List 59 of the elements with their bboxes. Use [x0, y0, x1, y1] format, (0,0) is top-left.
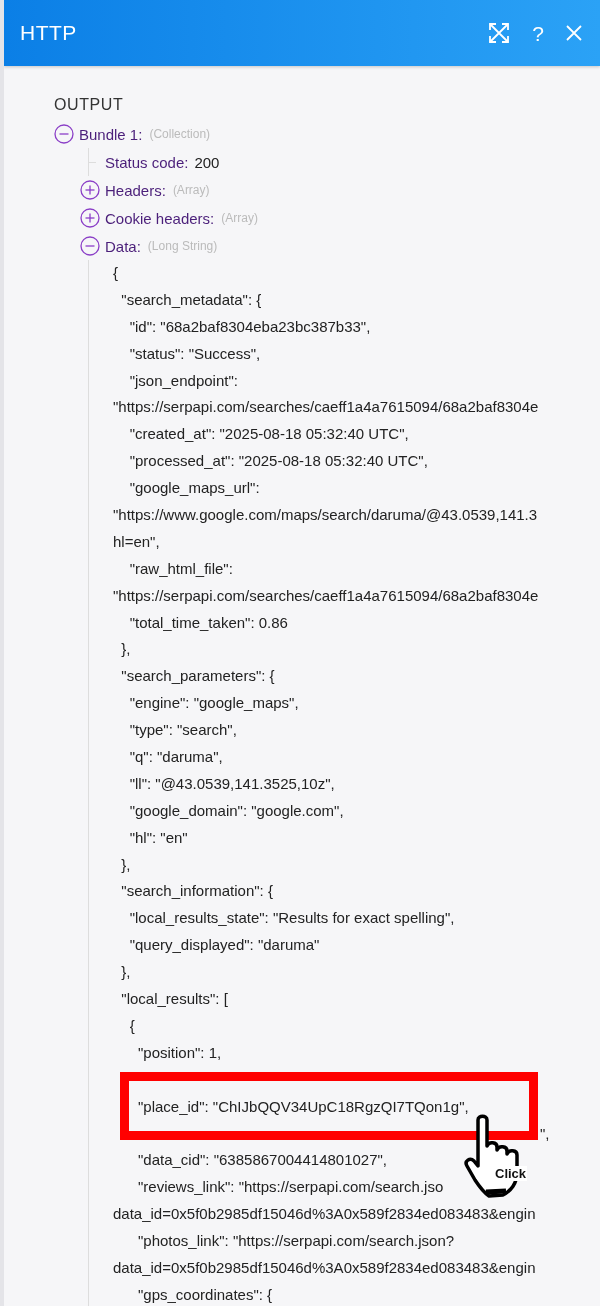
- code-line: },: [120, 639, 131, 660]
- code-line: "data_cid": "6385867004414801027",: [137, 1150, 388, 1171]
- expand-arrows-icon: [488, 22, 511, 44]
- code-line: },: [120, 962, 131, 983]
- close-button[interactable]: [566, 25, 582, 41]
- collapse-icon[interactable]: [80, 236, 100, 256]
- code-line: "google_maps_url":: [128, 478, 260, 499]
- field-label[interactable]: Cookie headers:: [105, 209, 215, 227]
- code-line: "processed_at": "2025-08-18 05:32:40 UTC",: [128, 451, 428, 472]
- code-line: "engine": "google_maps",: [128, 693, 299, 714]
- code-line: "place_id": "ChIJbQQV34UpC18RgzQI7TQon1g",: [137, 1096, 469, 1117]
- section-title: OUTPUT: [54, 96, 125, 114]
- code-line: {: [113, 263, 118, 283]
- code-line: "search_information": {: [120, 881, 273, 902]
- field-label[interactable]: Headers:: [105, 181, 166, 199]
- code-line: "https://www.google.com/maps/search/daruma/@43.0539,141.3: [113, 505, 538, 525]
- code-line: hl=en",: [113, 531, 160, 552]
- code-line: "type": "search",: [128, 720, 237, 741]
- code-line: "local_results": [: [120, 989, 228, 1010]
- code-line: "created_at": "2025-08-18 05:32:40 UTC",: [128, 424, 409, 445]
- code-line: "raw_html_file":: [128, 558, 233, 579]
- code-line: "q": "daruma",: [128, 747, 223, 768]
- code-line: },: [120, 854, 131, 875]
- code-line: "https://serpapi.com/searches/caeff1a4a7615094/68a2baf8304e: [113, 585, 539, 606]
- code-line: "hl": "en": [128, 827, 188, 848]
- code-line: "ll": "@43.0539,141.3525,10z",: [128, 773, 335, 794]
- field-label[interactable]: Data:: [105, 237, 141, 255]
- code-line: "json_endpoint":: [128, 370, 238, 391]
- fullscreen-button[interactable]: [488, 22, 511, 44]
- code-line: "search_parameters": {: [120, 666, 275, 687]
- code-line: "gps_coordinates": {: [137, 1284, 273, 1305]
- code-line: "google_domain": "google.com",: [128, 800, 344, 821]
- code-line: data_id=0x5f0b2985df15046d%3A0x589f2834ed083483&engin: [113, 1204, 536, 1225]
- code-line: "local_results_state": "Results for exact spelling",: [128, 908, 455, 929]
- code-line: "position": 1,: [137, 1042, 222, 1063]
- code-line: "search_metadata": {: [120, 289, 262, 310]
- code-line: "reviews_link": "https://serpapi.com/search.jso: [137, 1177, 444, 1198]
- collapse-icon[interactable]: [54, 124, 74, 144]
- code-line: "photos_link": "https://serpapi.com/search.json?: [137, 1231, 455, 1252]
- close-icon: [566, 25, 582, 41]
- window-title: HTTP: [20, 21, 78, 45]
- field-label: Status code:: [105, 153, 189, 171]
- code-line: {: [128, 1015, 135, 1036]
- type-label: (Long String): [147, 239, 218, 253]
- field-value: 200: [194, 153, 220, 171]
- code-line: "status": "Success",: [128, 343, 261, 364]
- expand-icon[interactable]: [80, 208, 100, 228]
- type-label: (Collection): [149, 127, 211, 141]
- expand-icon[interactable]: [80, 180, 100, 200]
- code-line: "query_displayed": "daruma": [128, 935, 320, 956]
- code-line: ",: [539, 1123, 550, 1144]
- code-line: "id": "68a2baf8304eba23bc387b33",: [128, 316, 371, 337]
- code-line: "total_time_taken": 0.86: [128, 612, 288, 633]
- code-line: "https://serpapi.com/searches/caeff1a4a7615094/68a2baf8304e: [113, 397, 539, 418]
- bundle-label[interactable]: Bundle 1:: [79, 125, 143, 143]
- type-label: (Array): [221, 211, 258, 225]
- code-line: data_id=0x5f0b2985df15046d%3A0x589f2834ed083483&engin: [113, 1257, 536, 1278]
- click-label: Click: [494, 1166, 528, 1181]
- type-label: (Array): [172, 183, 210, 197]
